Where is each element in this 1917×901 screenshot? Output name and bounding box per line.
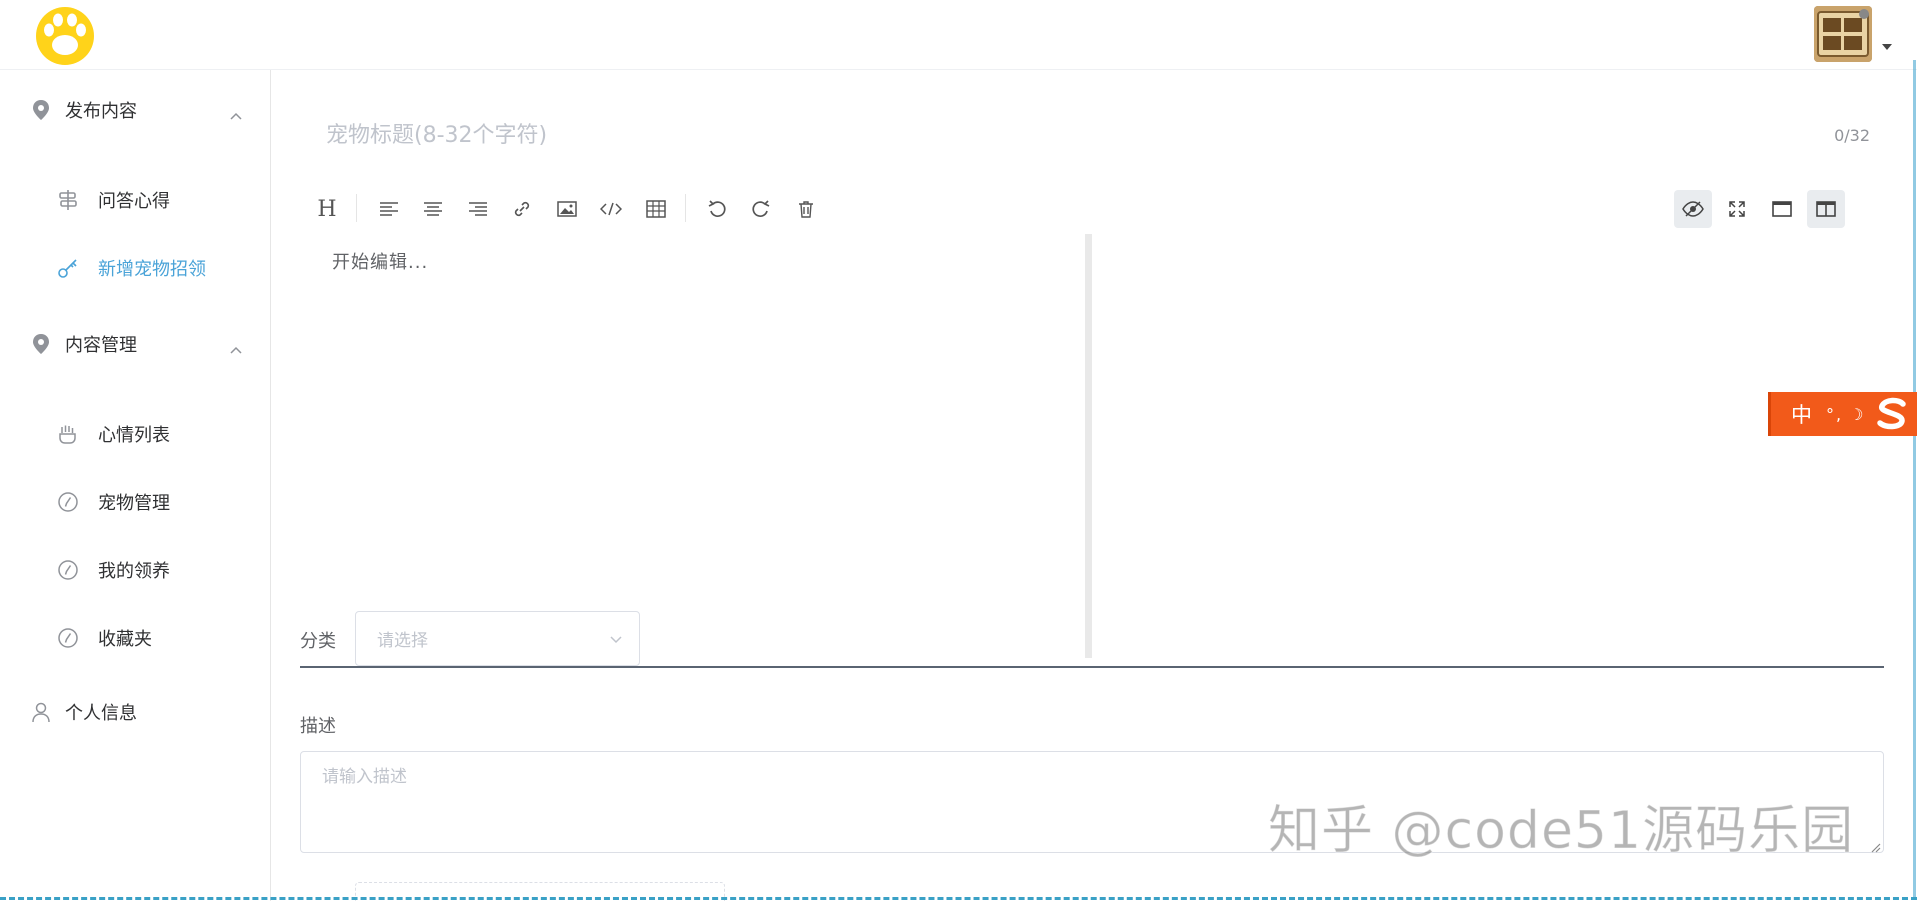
table-icon[interactable] [637,190,675,228]
image-icon[interactable] [548,190,586,228]
undo-icon[interactable] [698,190,736,228]
sidebar-item-my-adoptions[interactable]: 我的领养 [0,542,270,598]
category-label: 分类 [300,631,336,652]
link-icon[interactable] [503,190,541,228]
code-icon[interactable] [592,190,630,228]
scrollbar[interactable] [1913,60,1916,900]
trash-icon[interactable] [787,190,825,228]
description-placeholder: 请输入描述 [322,767,407,787]
chevron-up-icon [230,104,242,120]
sidebar-item-label: 宠物管理 [98,493,170,514]
editor-preview-pane [1092,234,1884,658]
redo-icon[interactable] [742,190,780,228]
resize-grip-icon[interactable] [1869,838,1881,853]
ime-punct-label[interactable]: °, [1826,405,1843,424]
top-header [0,0,1917,70]
editor-split-divider[interactable] [1085,234,1092,658]
sidebar-item-mood-list[interactable]: 心情列表 [0,406,270,462]
sidebar-item-label: 个人信息 [65,703,137,724]
compass-icon [56,626,80,650]
compass-icon [56,490,80,514]
sidebar-item-pet-management[interactable]: 宠物管理 [0,474,270,530]
key-icon [56,256,80,280]
sidebar: 发布内容 问答心得 新增宠物招领 内容管理 心情列表 宠物管理 我的领养 收藏夹… [0,70,271,901]
align-center-icon[interactable] [414,190,452,228]
sidebar-item-label: 问答心得 [98,191,170,212]
sidebar-item-profile[interactable]: 个人信息 [0,684,270,740]
sogou-logo-icon [1873,396,1911,432]
editor-toolbar: H [300,182,1884,234]
menu-group-label: 发布内容 [65,101,137,122]
category-select[interactable]: 请选择 [355,611,640,666]
pet-title-input[interactable] [302,110,1882,160]
editor-placeholder: 开始编辑... [332,252,429,273]
user-icon [31,701,51,723]
main-content: 0/32 H [272,70,1917,901]
editor-input-pane[interactable]: 开始编辑... [300,234,1085,658]
align-left-icon[interactable] [370,190,408,228]
ime-toolbar[interactable]: 中 °, ☽ [1768,392,1917,436]
compass-icon [56,558,80,582]
ime-moon-icon[interactable]: ☽ [1849,405,1863,424]
toolbar-divider [356,194,357,222]
location-pin-icon [31,333,51,355]
split-view-icon[interactable] [1807,190,1845,228]
sidebar-item-new-pet-adoption[interactable]: 新增宠物招领 [0,240,270,296]
fullscreen-icon[interactable] [1718,190,1756,228]
description-label: 描述 [300,716,336,737]
chevron-up-icon [230,338,242,354]
title-char-count: 0/32 [1834,126,1870,145]
sidebar-item-label: 收藏夹 [98,629,152,650]
chevron-down-icon [609,631,623,645]
user-avatar-image[interactable] [1814,6,1872,62]
sidebar-item-label: 心情列表 [98,425,170,446]
menu-group-publish[interactable]: 发布内容 [0,82,270,138]
sidebar-item-qa-notes[interactable]: 问答心得 [0,172,270,228]
sidebar-item-label: 我的领养 [98,561,170,582]
page-bottom-border [0,897,1917,900]
menu-group-content-management[interactable]: 内容管理 [0,316,270,372]
chevron-down-icon[interactable] [1882,44,1892,50]
paw-icon[interactable] [34,6,96,66]
hand-icon [56,422,80,446]
location-pin-icon [31,99,51,121]
page-fullscreen-icon[interactable] [1763,190,1801,228]
signpost-icon [56,188,80,212]
ime-mode-label[interactable]: 中 [1791,399,1812,429]
sidebar-item-favorites[interactable]: 收藏夹 [0,610,270,666]
sidebar-item-label: 新增宠物招领 [98,259,206,280]
preview-toggle-icon[interactable] [1674,190,1712,228]
heading-icon[interactable]: H [308,190,346,228]
toolbar-divider [685,194,686,222]
category-select-placeholder: 请选择 [377,631,428,651]
menu-group-label: 内容管理 [65,335,137,356]
align-right-icon[interactable] [459,190,497,228]
markdown-editor: 开始编辑... [300,234,1884,668]
watermark-text: 知乎 @code51源码乐园 [1267,801,1855,862]
